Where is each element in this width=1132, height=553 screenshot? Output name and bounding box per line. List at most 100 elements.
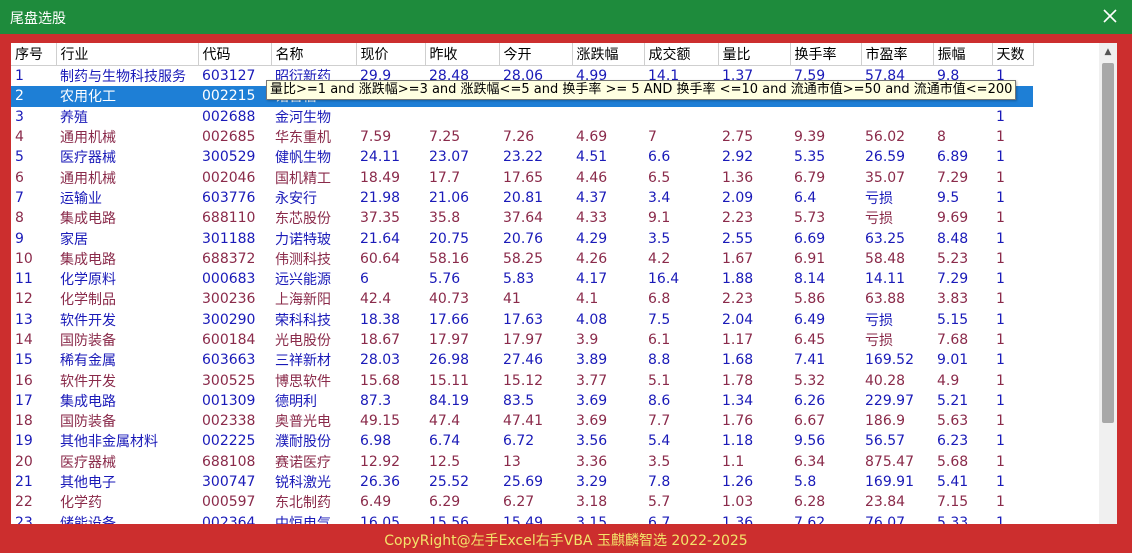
table-row[interactable]: 11 化学原料 000683 远兴能源 6 5.76 5.83 4.17 16.4 1.88 8.1… [11,269,1033,289]
table-cell: 1 [996,169,1005,186]
table-cell: 运输业 [60,190,102,207]
table-cell: 3.29 [576,474,608,491]
table-cell: 21.64 [360,230,401,247]
table-row[interactable]: 9 家居 301188 力诺特玻 21.64 20.75 20.76 4.29 3.5 2.55 6… [11,228,1033,248]
col-header[interactable]: 成交额 [644,43,719,66]
table-cell: 15.68 [360,372,401,389]
table-row[interactable]: 8 集成电路 688110 东芯股份 37.35 35.8 37.64 4.33 9.1 2.23… [11,208,1033,228]
col-header[interactable]: 市盈率 [861,43,934,66]
vertical-scrollbar[interactable]: ▲ [1099,43,1117,524]
table-cell: 58.25 [503,250,544,267]
table-row[interactable]: 21 其他电子 300747 锐科激光 26.36 25.52 25.69 3.29 7.8 1.… [11,472,1033,492]
table-row[interactable]: 17 集成电路 001309 德明利 87.3 84.19 83.5 3.69 8.6 1.34 6… [11,391,1033,411]
table-cell: 6 [360,271,369,288]
col-header[interactable]: 涨跌幅 [572,43,645,66]
table-cell: 1.1 [722,453,745,470]
table-row[interactable]: 12 化学制品 300236 上海新阳 42.4 40.73 41 4.1 6.8 2.23 5.8… [11,289,1033,309]
stock-list[interactable]: 序号 行业 代码 名称 现价 昨收 今开 涨跌幅 成交额 量比 换手率 市盈率 … [11,43,1117,524]
table-row[interactable]: 20 医疗器械 688108 赛诺医疗 12.92 12.5 13 3.36 3.5 1.1 6.3… [11,452,1033,472]
table-cell: 力诺特玻 [275,231,331,248]
table-cell: 6.34 [794,453,826,470]
table-cell: 国机精工 [275,170,331,187]
table-cell: 35.8 [429,210,461,227]
table-cell: 9.1 [648,210,671,227]
table-cell: 4.08 [576,311,608,328]
col-header[interactable]: 行业 [56,43,199,66]
table-cell: 603663 [202,352,256,369]
table-cell: 2.23 [722,291,754,308]
col-header[interactable]: 现价 [356,43,426,66]
table-cell: 63.88 [865,291,906,308]
table-cell: 2.75 [722,129,754,146]
table-cell: 医疗器械 [60,454,116,471]
table-cell: 通用机械 [60,170,116,187]
table-row[interactable]: 16 软件开发 300525 博思软件 15.68 15.11 15.12 3.77 5.1 1.… [11,370,1033,390]
table-cell: 7.7 [648,413,671,430]
col-header[interactable]: 今开 [499,43,573,66]
table-cell: 6.74 [429,433,461,450]
table-cell: 7.29 [937,169,969,186]
table-cell: 000683 [202,271,256,288]
table-cell: 5.76 [429,271,461,288]
col-header[interactable]: 振幅 [933,43,993,66]
table-cell: 17.65 [503,169,544,186]
table-cell: 5.35 [794,149,826,166]
table-row[interactable]: 4 通用机械 002685 华东重机 7.59 7.25 7.26 4.69 7 2.75 9.39… [11,127,1033,147]
table-cell: 6 [15,169,24,186]
table-row[interactable]: 19 其他非金属材料 002225 濮耐股份 6.98 6.74 6.72 3.56 5.4 1.… [11,431,1033,451]
close-icon[interactable] [1098,4,1122,28]
col-header[interactable]: 量比 [718,43,791,66]
table-cell: 17.66 [429,311,470,328]
table-cell: 华东重机 [275,130,331,147]
col-header[interactable]: 换手率 [790,43,862,66]
table-row[interactable]: 18 国防装备 002338 奥普光电 49.15 47.4 47.41 3.69 7.7 1.7… [11,411,1033,431]
table-cell: 东芯股份 [275,211,331,228]
table-cell: 4.17 [576,271,608,288]
table-row[interactable]: 3 养殖 002688 金河生物 1 [11,107,1033,127]
table-cell: 7.68 [937,332,969,348]
table-row[interactable]: 23 储能设备 002364 中恒电气 16.05 15.56 15.49 3.15 6.7 1.… [11,513,1033,524]
col-header[interactable]: 名称 [271,43,357,66]
table-cell: 其他电子 [60,475,116,492]
table-row[interactable]: 22 化学药 000597 东北制药 6.49 6.29 6.27 3.18 5.7 1.03 6.… [11,492,1033,512]
table-cell: 1.78 [722,372,754,389]
table-row[interactable]: 15 稀有金属 603663 三祥新材 28.03 26.98 27.46 3.89 8.8 1.… [11,350,1033,370]
table-cell: 25.69 [503,474,544,491]
table-cell: 5.7 [648,494,671,511]
table-row[interactable]: 10 集成电路 688372 伟测科技 60.64 58.16 58.25 4.26 4.2 1.… [11,249,1033,269]
table-cell: 18.49 [360,169,401,186]
col-header[interactable]: 天数 [992,43,1034,66]
table-row[interactable]: 6 通用机械 002046 国机精工 18.49 17.7 17.65 4.46 6.5 1.36… [11,167,1033,187]
table-cell: 5.83 [503,271,535,288]
table-cell: 18.67 [360,332,401,348]
table-cell: 7 [648,129,657,146]
table-cell: 5.1 [648,372,671,389]
table-cell: 1.76 [722,413,754,430]
table-cell [933,107,992,127]
table-cell: 300290 [202,311,256,328]
table-cell: 10 [15,250,33,267]
table-cell: 1 [996,210,1005,227]
table-cell: 1 [996,189,1005,206]
table-cell: 3.18 [576,494,608,511]
table-cell: 229.97 [865,392,914,409]
table-row[interactable]: 7 运输业 603776 永安行 21.98 21.06 20.81 4.37 3.4 2.09 6… [11,188,1033,208]
table-cell: 5.32 [794,372,826,389]
table-cell: 18.38 [360,311,401,328]
app-window: 尾盘选股 序号 行业 代码 名称 现价 昨收 今开 涨跌幅 成交额 量比 换手率… [0,0,1132,553]
col-header[interactable]: 代码 [198,43,272,66]
table-cell: 德明利 [275,393,317,410]
col-header[interactable]: 昨收 [425,43,500,66]
table-cell: 7.62 [794,514,826,524]
table-cell: 亏损 [865,190,893,207]
table-cell: 1 [996,149,1005,166]
table-cell: 6.89 [937,149,969,166]
scroll-up-arrow-icon[interactable]: ▲ [1099,43,1117,61]
scroll-thumb[interactable] [1102,63,1114,423]
table-cell: 5.63 [937,413,969,430]
table-row[interactable]: 14 国防装备 600184 光电股份 18.67 17.97 17.97 3.9 6.1 1.1… [11,330,1033,350]
table-row[interactable]: 5 医疗器械 300529 健帆生物 24.11 23.07 23.22 4.51 6.6 2.9… [11,147,1033,167]
col-header[interactable]: 序号 [11,43,57,66]
table-cell: 7.29 [937,271,969,288]
table-row[interactable]: 13 软件开发 300290 荣科科技 18.38 17.66 17.63 4.08 7.5 2.… [11,310,1033,330]
